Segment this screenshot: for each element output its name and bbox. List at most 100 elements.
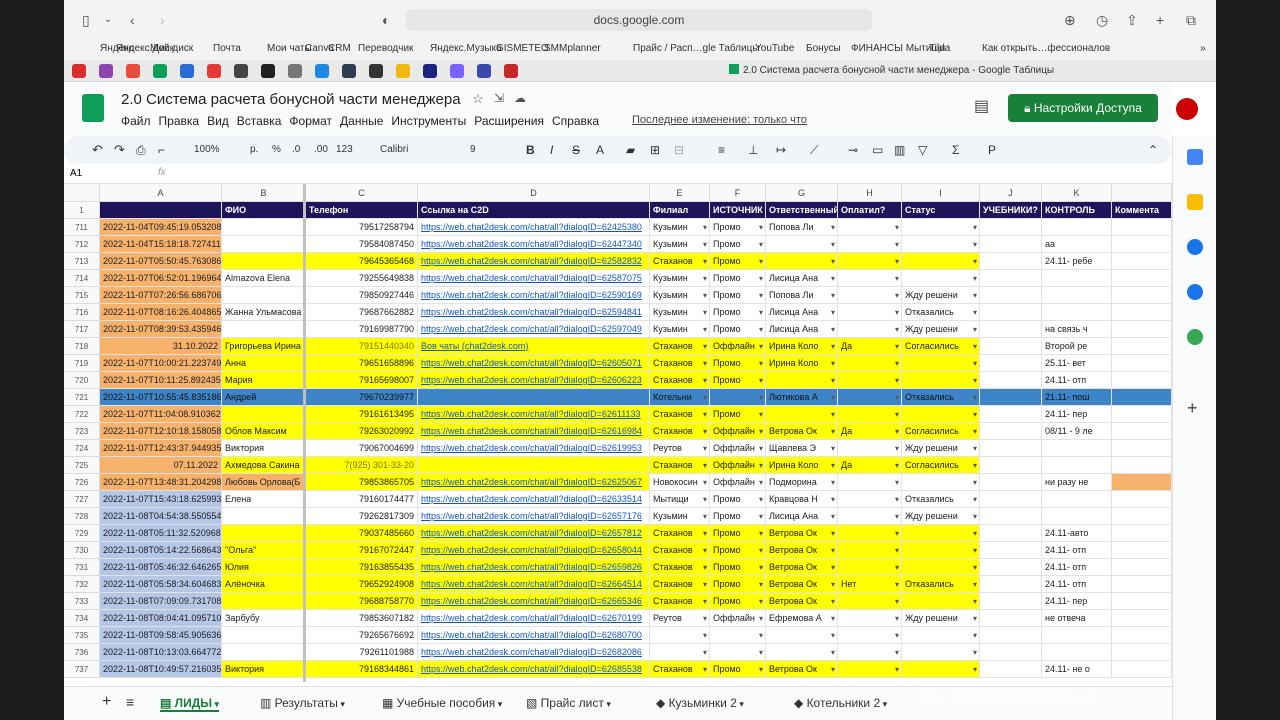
table-cell[interactable]: Попова Ли <box>766 219 838 236</box>
column-header[interactable]: K <box>1042 184 1112 202</box>
table-cell[interactable]: 25.11- вет <box>1042 355 1112 372</box>
table-cell[interactable] <box>980 270 1042 287</box>
table-cell[interactable]: 24.11- отп <box>1042 372 1112 389</box>
row-number[interactable]: 729 <box>64 525 100 542</box>
table-cell[interactable]: Отказались <box>902 389 980 406</box>
row-number[interactable]: 737 <box>64 661 100 678</box>
bookmark-item[interactable]: CRM <box>328 43 351 54</box>
table-cell[interactable]: Кравцова Н <box>766 491 838 508</box>
header-cell[interactable]: Оплатил? <box>838 202 902 219</box>
table-cell[interactable]: Стаханов <box>650 372 710 389</box>
header-cell[interactable]: Статус <box>902 202 980 219</box>
table-cell[interactable]: Ирина Коло <box>766 457 838 474</box>
pinned-tab-icon[interactable] <box>288 64 302 78</box>
row-number[interactable]: 724 <box>64 440 100 457</box>
table-cell[interactable] <box>1112 236 1172 253</box>
table-cell[interactable]: Да <box>838 423 902 440</box>
rotate-icon[interactable]: ⟋ <box>810 143 818 157</box>
pinned-tab-icon[interactable] <box>207 64 221 78</box>
table-cell[interactable]: Стаханов <box>650 542 710 559</box>
chevron-down-icon[interactable]: ▾ <box>338 699 345 709</box>
tabs-overview-icon[interactable]: ⧉ <box>1186 10 1196 30</box>
sheet-tab[interactable]: ▦ Учебные пособия ▾ <box>382 696 502 710</box>
table-cell[interactable] <box>838 644 902 661</box>
table-cell[interactable]: 79262817309 <box>306 508 418 525</box>
chevron-down-icon[interactable]: ⌄ <box>104 10 112 30</box>
currency-button[interactable]: р. <box>250 143 258 157</box>
bookmark-item[interactable]: Прайс / Расп…gle Таблицы <box>633 43 760 54</box>
table-cell[interactable]: Ветрова Ок <box>766 576 838 593</box>
table-cell[interactable]: 79670239977 <box>306 389 418 406</box>
table-cell[interactable] <box>1112 559 1172 576</box>
table-cell[interactable]: Григорьева Ирина <box>222 338 306 355</box>
table-cell[interactable] <box>838 287 902 304</box>
table-cell[interactable]: Стаханов <box>650 338 710 355</box>
table-cell[interactable] <box>766 644 838 661</box>
table-cell[interactable] <box>222 321 306 338</box>
table-cell[interactable]: 79688758770 <box>306 593 418 610</box>
header-cell[interactable]: Ссылка на C2D <box>418 202 650 219</box>
menu-item[interactable]: Расширения <box>474 114 544 128</box>
tasks-icon[interactable] <box>1187 239 1203 255</box>
history-icon[interactable]: ◷ <box>1096 10 1108 30</box>
table-cell[interactable]: 2022-11-07T10:11:25.8924352 <box>100 372 222 389</box>
row-number[interactable]: 734 <box>64 610 100 627</box>
maps-icon[interactable] <box>1187 329 1203 345</box>
table-cell[interactable]: https://web.chat2desk.com/chat/all?dialo… <box>418 576 650 593</box>
pinned-tab-icon[interactable] <box>477 64 491 78</box>
row-number[interactable]: 715 <box>64 287 100 304</box>
table-cell[interactable] <box>838 406 902 423</box>
header-cell[interactable]: ИСТОЧНИК <box>710 202 766 219</box>
table-cell[interactable]: https://web.chat2desk.com/chat/all?dialo… <box>418 321 650 338</box>
table-cell[interactable] <box>902 474 980 491</box>
table-cell[interactable] <box>838 253 902 270</box>
column-header[interactable]: A <box>100 184 222 202</box>
align-icon[interactable]: ≡ <box>718 143 725 157</box>
table-cell[interactable]: Промо <box>710 525 766 542</box>
table-cell[interactable] <box>980 321 1042 338</box>
table-cell[interactable]: Кузьмин <box>650 321 710 338</box>
name-box[interactable]: A1 <box>70 168 82 179</box>
table-cell[interactable]: https://web.chat2desk.com/chat/all?dialo… <box>418 304 650 321</box>
merge-icon[interactable]: ⊟ <box>674 143 684 157</box>
row-number[interactable]: 727 <box>64 491 100 508</box>
table-cell[interactable]: Отказались <box>902 576 980 593</box>
table-cell[interactable]: https://web.chat2desk.com/chat/all?dialo… <box>418 542 650 559</box>
table-cell[interactable]: Ветрова Ок <box>766 661 838 678</box>
table-cell[interactable]: Новокосин <box>650 474 710 491</box>
table-cell[interactable]: Кузьмин <box>650 219 710 236</box>
table-cell[interactable] <box>1112 389 1172 406</box>
table-cell[interactable] <box>222 593 306 610</box>
table-cell[interactable] <box>222 406 306 423</box>
table-cell[interactable]: 24.11- не о <box>1042 661 1112 678</box>
table-cell[interactable]: Согласились <box>902 457 980 474</box>
table-cell[interactable] <box>980 236 1042 253</box>
table-cell[interactable]: Вов чаты (chat2desk.com) <box>418 338 650 355</box>
table-cell[interactable] <box>902 355 980 372</box>
column-header[interactable]: C <box>306 184 418 202</box>
row-number[interactable]: 718 <box>64 338 100 355</box>
calendar-icon[interactable] <box>1187 149 1203 165</box>
table-cell[interactable] <box>838 661 902 678</box>
table-cell[interactable]: Стаханов <box>650 457 710 474</box>
table-cell[interactable]: 79853607182 <box>306 610 418 627</box>
table-cell[interactable]: Промо <box>710 219 766 236</box>
table-cell[interactable]: 79168344861 <box>306 661 418 678</box>
table-cell[interactable]: аа <box>1042 236 1112 253</box>
table-cell[interactable]: Кузьмин <box>650 287 710 304</box>
table-cell[interactable] <box>710 644 766 661</box>
row-number[interactable]: 714 <box>64 270 100 287</box>
table-cell[interactable]: Алёночка <box>222 576 306 593</box>
header-cell[interactable]: Ответственный <box>766 202 838 219</box>
table-cell[interactable] <box>980 406 1042 423</box>
table-cell[interactable] <box>980 423 1042 440</box>
contacts-icon[interactable] <box>1187 284 1203 300</box>
decrease-decimal-button[interactable]: .0 <box>292 143 300 157</box>
table-cell[interactable]: 79163855435 <box>306 559 418 576</box>
table-cell[interactable]: Стаханов <box>650 661 710 678</box>
table-cell[interactable]: Мария <box>222 372 306 389</box>
download-icon[interactable]: ⊕ <box>1064 10 1076 30</box>
table-cell[interactable]: 21.11- пош <box>1042 389 1112 406</box>
header-cell[interactable]: Телефон <box>306 202 418 219</box>
table-cell[interactable]: 2022-11-08T10:49:57.2160352 <box>100 661 222 678</box>
